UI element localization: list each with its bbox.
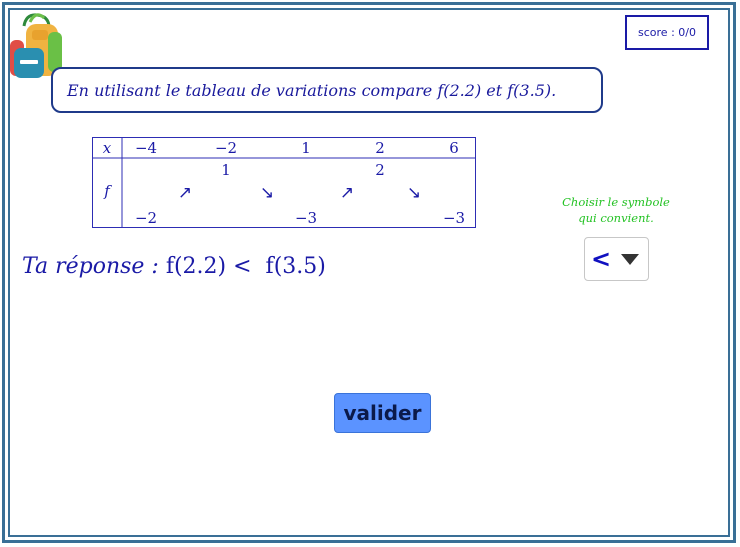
x-value: 2 bbox=[375, 139, 385, 157]
symbol-select[interactable]: < bbox=[584, 237, 649, 281]
question-box: En utilisant le tableau de variations co… bbox=[51, 67, 603, 113]
decreasing-arrow: ↘ bbox=[260, 183, 274, 203]
answer-line: Ta réponse : f(2.2) < f(3.5) bbox=[22, 254, 326, 279]
increasing-arrow: ↗ bbox=[340, 183, 354, 203]
hint-line-2: qui convient. bbox=[578, 211, 654, 225]
valider-button[interactable]: valider bbox=[334, 393, 431, 433]
f-minimum-value: −3 bbox=[443, 209, 465, 227]
question-text: En utilisant le tableau de variations co… bbox=[67, 80, 557, 100]
answer-symbol: < bbox=[233, 254, 252, 279]
selected-symbol: < bbox=[591, 245, 612, 273]
caret-down-icon bbox=[621, 253, 640, 265]
symbol-hint: Choisir le symbole qui convient. bbox=[546, 194, 686, 226]
table-header-x: x bbox=[103, 139, 112, 157]
decreasing-arrow: ↘ bbox=[407, 183, 421, 203]
x-value: −2 bbox=[215, 139, 237, 157]
answer-left: f(2.2) bbox=[165, 254, 234, 279]
answer-label: Ta réponse : bbox=[22, 254, 166, 279]
variation-table: x f −4 −2 1 2 6 1 2 −2 −3 −3 ↗ ↘ ↗ ↘ bbox=[92, 137, 476, 228]
f-maximum-value: 2 bbox=[375, 161, 385, 179]
x-value: 6 bbox=[449, 139, 459, 157]
f-minimum-value: −2 bbox=[135, 209, 157, 227]
x-value: −4 bbox=[135, 139, 157, 157]
increasing-arrow: ↗ bbox=[178, 183, 192, 203]
score-display: score : 0/0 bbox=[625, 15, 709, 50]
x-value: 1 bbox=[301, 139, 311, 157]
answer-right: f(3.5) bbox=[251, 254, 326, 279]
table-header-f: f bbox=[103, 182, 112, 200]
f-minimum-value: −3 bbox=[295, 209, 317, 227]
hint-line-1: Choisir le symbole bbox=[562, 195, 670, 209]
f-maximum-value: 1 bbox=[221, 161, 231, 179]
